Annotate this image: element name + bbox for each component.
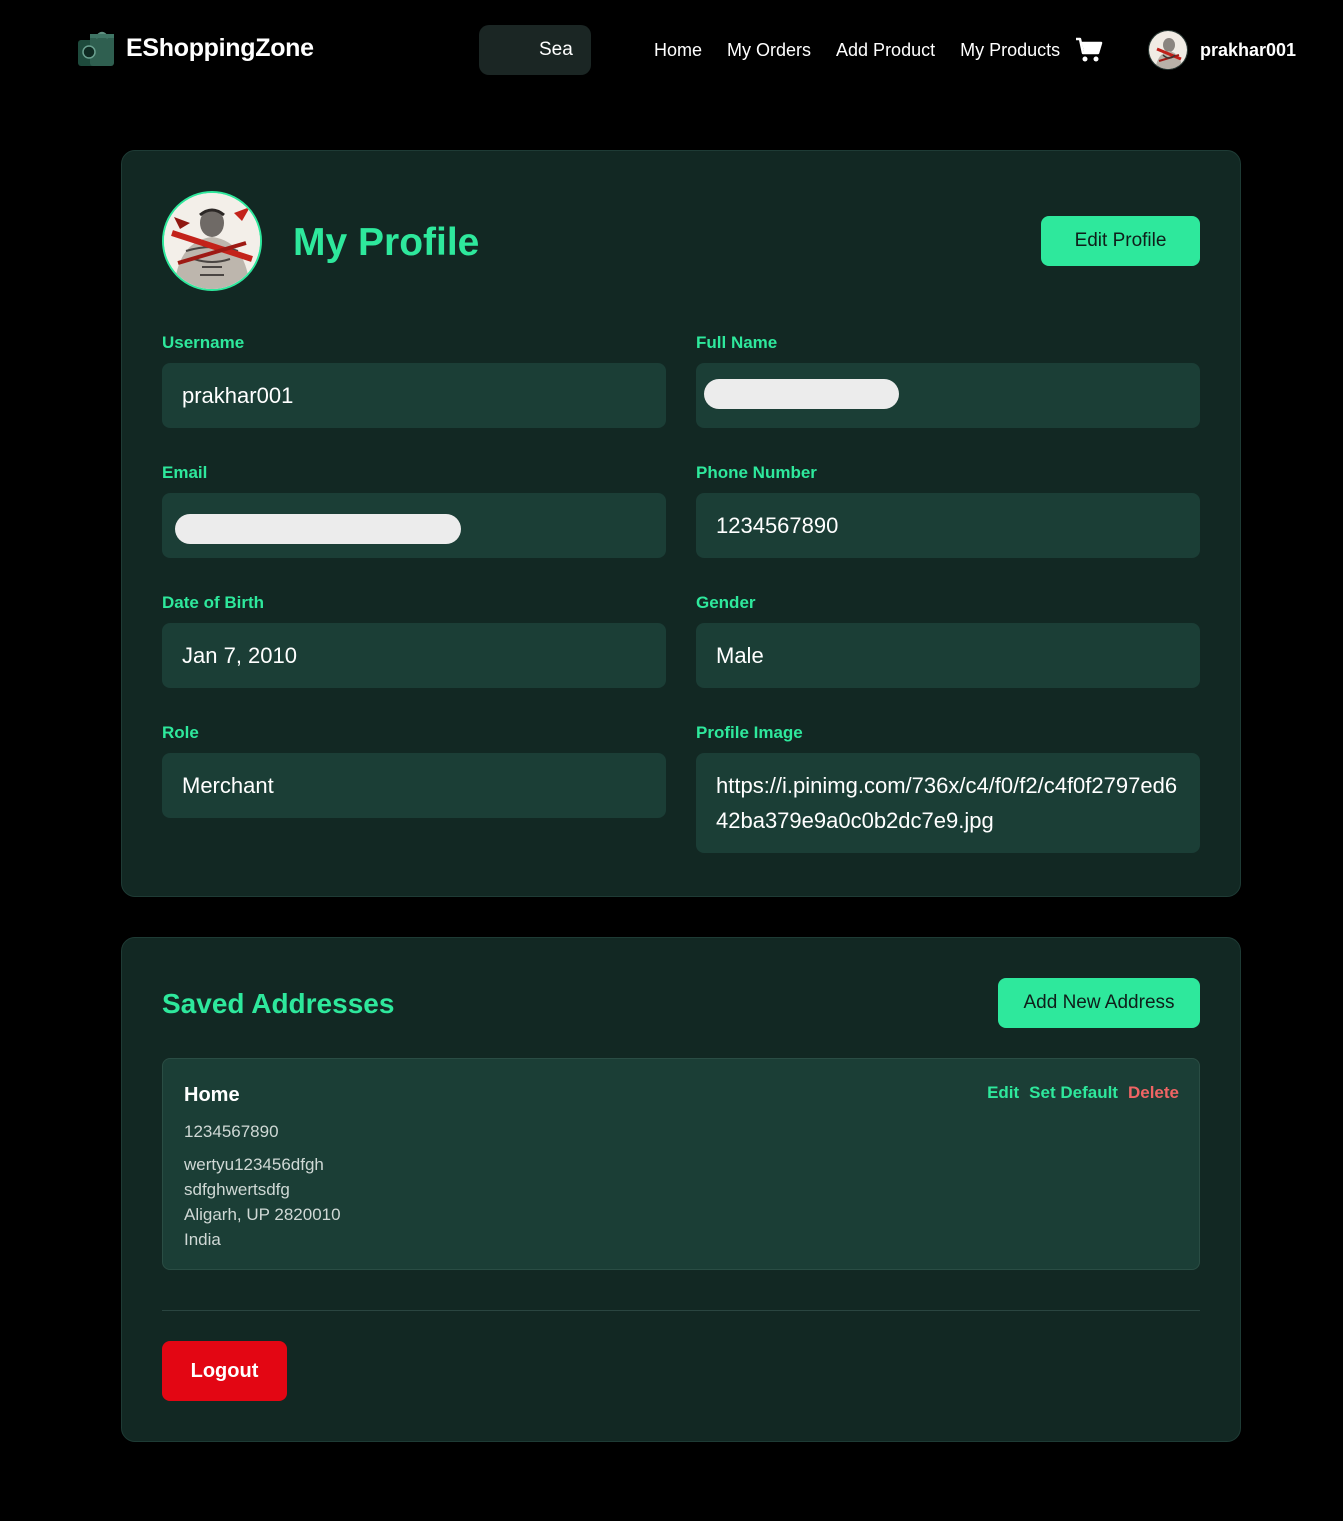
navbar: EShoppingZone Home My Orders Add Product… — [0, 0, 1343, 100]
nav-link-my-products[interactable]: My Products — [960, 40, 1060, 61]
search-box[interactable] — [479, 25, 591, 75]
user-menu[interactable]: prakhar001 — [1148, 30, 1296, 70]
address-label: Home — [184, 1084, 240, 1106]
dob-value: Jan 7, 2010 — [162, 623, 666, 688]
profile-header: My Profile Edit Profile — [162, 191, 1200, 293]
dob-label: Date of Birth — [162, 593, 264, 612]
nav-username: prakhar001 — [1200, 39, 1297, 60]
username-label: Username — [162, 333, 245, 352]
brand[interactable]: EShoppingZone — [76, 28, 314, 68]
divider — [162, 1310, 1200, 1311]
address-card: Home Edit Set Default Delete 1234567890 … — [162, 1058, 1200, 1270]
logout-button[interactable]: Logout — [162, 1341, 287, 1401]
search-input[interactable] — [479, 25, 591, 75]
email-label: Email — [162, 463, 208, 482]
edit-profile-button[interactable]: Edit Profile — [1041, 216, 1200, 266]
phone-field: Phone Number 1234567890 — [696, 463, 1200, 558]
address-city: Aligarh, UP 2820010 — [184, 1205, 341, 1224]
shopping-bag-icon — [76, 28, 118, 68]
address-line-2: sdfghwertsdfg — [184, 1180, 290, 1199]
redacted-full-name — [704, 379, 899, 410]
set-default-link[interactable]: Set Default — [1029, 1083, 1118, 1103]
avatar — [1148, 30, 1188, 70]
username-value: prakhar001 — [162, 363, 666, 428]
profile-avatar — [162, 191, 262, 291]
address-country: India — [184, 1230, 221, 1249]
gender-field: Gender Male — [696, 593, 1200, 688]
nav-link-add-product[interactable]: Add Product — [836, 40, 935, 61]
redacted-email — [175, 514, 461, 545]
cart-icon[interactable] — [1075, 36, 1103, 64]
role-label: Role — [162, 723, 199, 742]
gender-label: Gender — [696, 593, 756, 612]
profile-image-label: Profile Image — [696, 723, 803, 742]
full-name-field: Full Name — [696, 333, 1200, 428]
phone-value: 1234567890 — [696, 493, 1200, 558]
nav-link-home[interactable]: Home — [654, 40, 702, 61]
brand-name: EShoppingZone — [126, 33, 314, 62]
address-line-1: wertyu123456dfgh — [184, 1155, 324, 1174]
add-address-button[interactable]: Add New Address — [998, 978, 1200, 1028]
gender-value: Male — [696, 623, 1200, 688]
phone-label: Phone Number — [696, 463, 817, 482]
full-name-value — [696, 363, 1200, 428]
delete-address-link[interactable]: Delete — [1128, 1083, 1179, 1103]
address-actions: Edit Set Default Delete — [977, 1083, 1179, 1103]
saved-addresses-title: Saved Addresses — [162, 988, 395, 1019]
profile-card: My Profile Edit Profile Username prakhar… — [121, 150, 1241, 897]
profile-image-value: https://i.pinimg.com/736x/c4/f0/f2/c4f0f… — [696, 753, 1200, 853]
address-phone: 1234567890 — [184, 1122, 279, 1141]
role-value: Merchant — [162, 753, 666, 818]
profile-image-field: Profile Image https://i.pinimg.com/736x/… — [696, 723, 1200, 853]
addresses-card: Saved Addresses Add New Address Home Edi… — [121, 937, 1241, 1442]
nav-link-my-orders[interactable]: My Orders — [727, 40, 811, 61]
email-field: Email — [162, 463, 666, 558]
role-field: Role Merchant — [162, 723, 666, 818]
edit-address-link[interactable]: Edit — [987, 1083, 1019, 1103]
dob-field: Date of Birth Jan 7, 2010 — [162, 593, 666, 688]
email-value — [162, 493, 666, 558]
full-name-label: Full Name — [696, 333, 778, 352]
nav-links: Home My Orders Add Product My Products — [654, 40, 1085, 61]
username-field: Username prakhar001 — [162, 333, 666, 428]
address-lines: wertyu123456dfgh sdfghwertsdfg Aligarh, … — [184, 1152, 341, 1252]
page-title: My Profile — [293, 221, 480, 264]
